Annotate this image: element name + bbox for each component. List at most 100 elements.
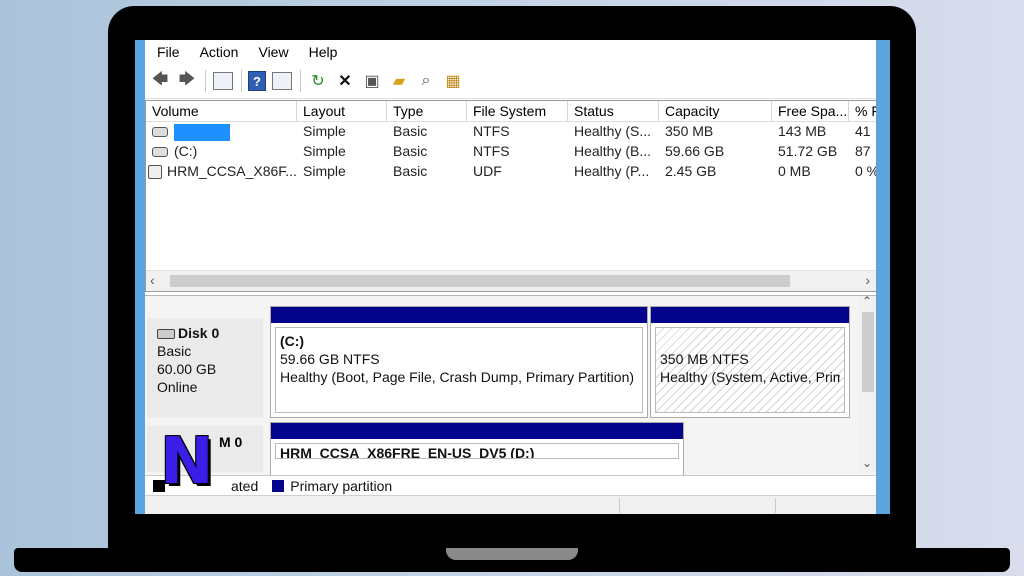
horizontal-scrollbar[interactable]: ‹ › (146, 270, 876, 291)
status-divider (619, 498, 620, 513)
primary-partition-bar (271, 423, 683, 439)
delete-icon[interactable]: ✕ (334, 70, 356, 92)
desktop-edge-right (876, 40, 890, 514)
status-divider (775, 498, 776, 513)
redacted-volume-name (174, 123, 230, 141)
table-row[interactable]: HRM_CCSA_X86F... Simple Basic UDF Health… (146, 162, 878, 182)
forward-arrow-icon[interactable]: 🡆 (176, 70, 198, 92)
volume-list: Volume Layout Type File System Status Ca… (145, 100, 879, 292)
layout-cell: Simple (303, 143, 346, 159)
scroll-thumb[interactable] (170, 275, 790, 287)
volume-cell (146, 122, 297, 142)
col-file-system[interactable]: File System (467, 101, 568, 121)
status-cell: Healthy (B... (574, 143, 652, 159)
settings-icon[interactable]: ▣ (361, 70, 383, 92)
col-type[interactable]: Type (387, 101, 467, 121)
toolbar: 🡄 🡆 ? ↻ ✕ ▣ ▰ ⌕ ▦ (145, 64, 877, 99)
scroll-right-icon[interactable]: › (865, 272, 870, 288)
partition-c[interactable]: (C:) 59.66 GB NTFS Healthy (Boot, Page F… (270, 306, 648, 418)
laptop-notch (446, 548, 578, 560)
disk0-state: Online (157, 379, 198, 395)
menu-view[interactable]: View (258, 44, 288, 60)
disk0-size: 60.00 GB (157, 361, 217, 377)
volume-cell: (C:) (146, 142, 297, 162)
menu-file[interactable]: File (157, 44, 180, 60)
console-icon[interactable] (271, 70, 293, 92)
capacity-cell: 59.66 GB (665, 143, 725, 159)
menu-bar: File Action View Help (145, 40, 877, 64)
screen: File Action View Help 🡄 🡆 ? ↻ ✕ ▣ ▰ ⌕ ▦ … (135, 40, 890, 514)
disk-management-window: File Action View Help 🡄 🡆 ? ↻ ✕ ▣ ▰ ⌕ ▦ … (145, 40, 885, 514)
partition-system-status: Healthy (System, Active, Prim (660, 369, 840, 385)
col-volume[interactable]: Volume (146, 101, 297, 121)
disk0-type: Basic (157, 343, 192, 359)
help-icon[interactable]: ? (248, 71, 266, 91)
status-cell: Healthy (S... (574, 123, 652, 139)
capacity-cell: 2.45 GB (665, 163, 717, 179)
toolbar-separator (241, 70, 242, 92)
properties-icon[interactable] (212, 70, 234, 92)
primary-partition-bar (271, 307, 647, 323)
toolbar-separator (205, 70, 206, 92)
partition-c-title: (C:) (280, 333, 305, 349)
scroll-up-icon[interactable]: ⌃ (862, 294, 872, 308)
partition-system-body: 350 MB NTFS Healthy (System, Active, Pri… (655, 327, 845, 413)
refresh-icon[interactable]: ↻ (307, 70, 329, 92)
vertical-scrollbar[interactable]: ⌃ ⌄ (859, 294, 877, 472)
primary-partition-bar (651, 307, 849, 323)
partition-c-size: 59.66 GB NTFS (280, 351, 380, 367)
layout-cell: Simple (303, 163, 346, 179)
free-cell: 143 MB (778, 123, 827, 139)
type-cell: Basic (393, 123, 428, 139)
fs-cell: NTFS (473, 123, 510, 139)
legend-unallocated-label: ated (231, 478, 259, 494)
partition-c-body: (C:) 59.66 GB NTFS Healthy (Boot, Page F… (275, 327, 643, 413)
free-cell: 51.72 GB (778, 143, 838, 159)
search-icon[interactable]: ⌕ (415, 70, 437, 92)
table-row[interactable]: (C:) Simple Basic NTFS Healthy (B... 59.… (146, 142, 878, 162)
partition-cdrom-body: HRM_CCSA_X86FRE_EN-US_DV5 (D:) (275, 443, 679, 459)
partition-system-size: 350 MB NTFS (660, 351, 749, 367)
menu-action[interactable]: Action (200, 44, 239, 60)
primary-partition-swatch (272, 480, 285, 492)
disk-icon (157, 329, 175, 340)
cd-drive-icon (148, 165, 162, 180)
graphical-disk-view: Disk 0 Basic 60.00 GB Online (C:) 59.66 … (145, 294, 885, 496)
toolbar-separator (300, 70, 301, 92)
fs-cell: UDF (473, 163, 502, 179)
fs-cell: NTFS (473, 143, 510, 159)
layout-cell: Simple (303, 123, 346, 139)
scroll-thumb[interactable] (862, 312, 874, 392)
legend: ated Primary partition (145, 475, 885, 496)
capacity-cell: 350 MB (665, 123, 714, 139)
scroll-down-icon[interactable]: ⌄ (862, 456, 872, 470)
col-capacity[interactable]: Capacity (659, 101, 772, 121)
back-arrow-icon[interactable]: 🡄 (149, 70, 171, 92)
volume-icon (152, 147, 168, 158)
volume-cell: HRM_CCSA_X86F... (146, 162, 297, 182)
col-status[interactable]: Status (568, 101, 659, 121)
status-cell: Healthy (P... (574, 163, 650, 179)
scroll-left-icon[interactable]: ‹ (150, 272, 155, 288)
overlay-logo: N (160, 425, 214, 499)
table-row[interactable]: Simple Basic NTFS Healthy (S... 350 MB 1… (146, 122, 878, 142)
partition-cdrom[interactable]: HRM_CCSA_X86FRE_EN-US_DV5 (D:) (270, 422, 684, 476)
volume-icon (152, 127, 168, 138)
legend-primary-label: Primary partition (290, 478, 393, 494)
pct-cell: 87 (855, 143, 871, 159)
type-cell: Basic (393, 143, 428, 159)
menu-help[interactable]: Help (309, 44, 338, 60)
disk0-label[interactable]: Disk 0 Basic 60.00 GB Online (147, 318, 263, 418)
free-cell: 0 MB (778, 163, 811, 179)
volume-name: HRM_CCSA_X86F... (167, 163, 297, 179)
disk0-name: Disk 0 (178, 325, 220, 341)
volume-name: (C:) (174, 143, 198, 159)
status-bar (145, 495, 877, 514)
col-layout[interactable]: Layout (297, 101, 387, 121)
open-folder-icon[interactable]: ▰ (388, 70, 410, 92)
disk-icon[interactable]: ▦ (442, 70, 464, 92)
col-free-space[interactable]: Free Spa... (772, 101, 849, 121)
partition-system[interactable]: 350 MB NTFS Healthy (System, Active, Pri… (650, 306, 850, 418)
volume-list-header: Volume Layout Type File System Status Ca… (146, 101, 878, 122)
col-percent-free[interactable]: % F (849, 101, 878, 121)
